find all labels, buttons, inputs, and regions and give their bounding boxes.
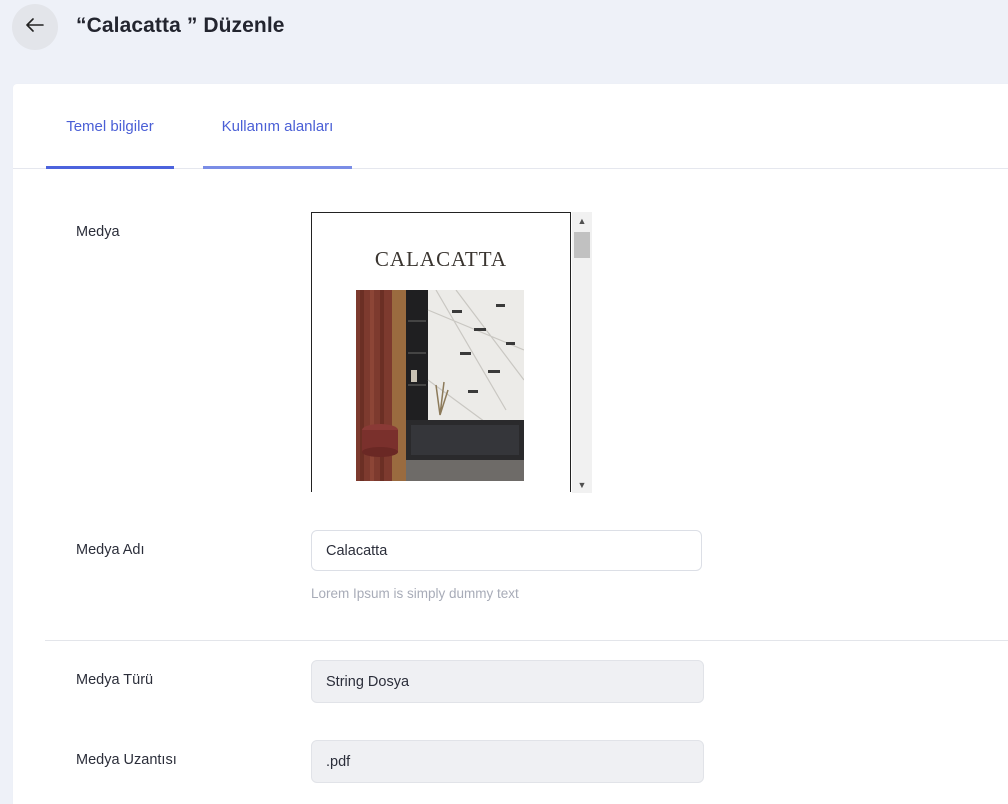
triangle-down-icon[interactable]: ▼ [572,476,592,493]
media-type-field [311,660,704,703]
tab-label: Kullanım alanları [221,117,334,135]
arrow-left-icon [26,17,44,37]
tab-usage-areas[interactable]: Kullanım alanları [203,84,352,169]
page-title: “Calacatta ” Düzenle [76,14,285,37]
media-name-hint: Lorem Ipsum is simply dummy text [311,586,519,601]
tab-underline [46,166,174,169]
tab-label: Temel bilgiler [66,117,154,135]
triangle-up-icon[interactable]: ▲ [572,212,592,229]
media-name-label: Medya Adı [76,542,145,558]
media-preview[interactable]: CALACATTA ▲ ▼ [311,212,592,493]
tab-underline [203,166,352,169]
preview-document-title: CALACATTA [374,247,508,271]
preview-scrollbar[interactable]: ▲ ▼ [572,212,592,493]
media-name-input[interactable] [311,530,702,571]
divider [45,640,1008,641]
media-extension-field [311,740,704,783]
edit-card: Temel bilgiler Kullanım alanları Medya C… [13,84,1008,804]
back-button[interactable] [12,4,58,50]
tab-bar: Temel bilgiler Kullanım alanları [13,84,1008,169]
media-extension-label: Medya Uzantısı [76,752,177,768]
preview-cover-image [356,290,524,481]
tab-basic-info[interactable]: Temel bilgiler [46,84,174,169]
preview-page: CALACATTA [311,212,571,492]
scroll-thumb[interactable] [574,232,590,258]
media-type-label: Medya Türü [76,672,154,688]
media-label: Medya [76,224,120,240]
